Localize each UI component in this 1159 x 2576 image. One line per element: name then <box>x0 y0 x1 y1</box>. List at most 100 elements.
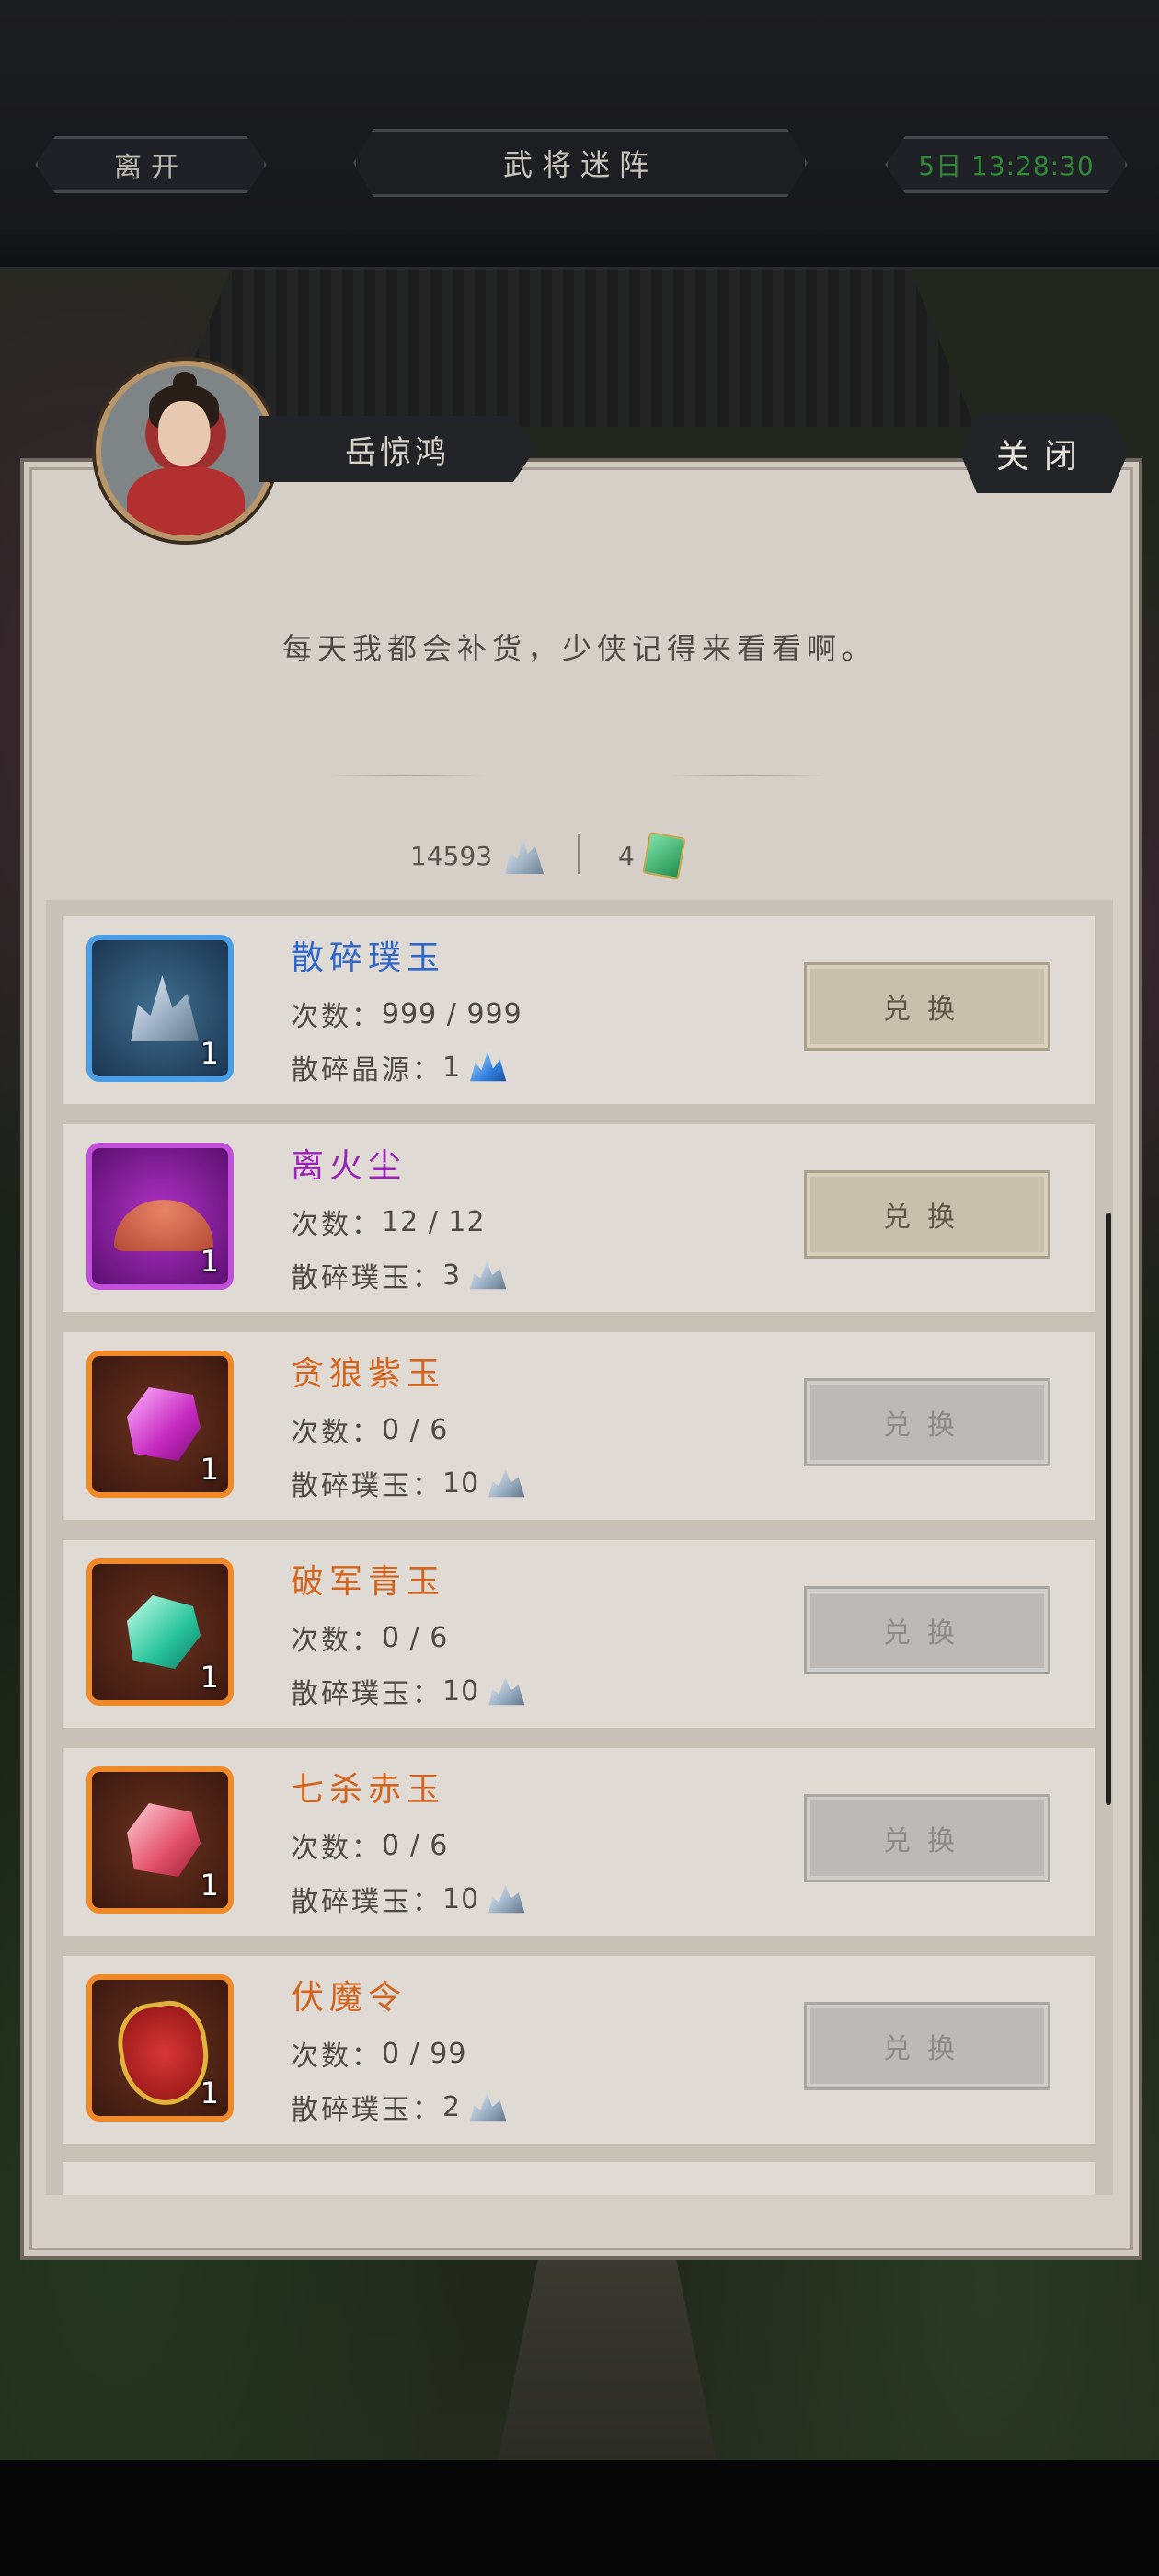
broken-jade-icon <box>470 1260 507 1290</box>
green-jade-token-icon <box>642 831 686 880</box>
item-name: 破军青玉 <box>291 1563 446 1601</box>
count-value: 0 / 6 <box>382 1829 449 1862</box>
exchange-count: 次数： 0 / 6 <box>291 1825 448 1866</box>
exchange-count: 次数： 12 / 12 <box>291 1202 486 1242</box>
exchange-cost: 散碎璞玉： 10 <box>291 1879 525 1919</box>
item-quantity: 1 <box>200 1244 219 1279</box>
close-label: 关闭 <box>995 438 1092 476</box>
leave-button[interactable]: 离开 <box>35 136 267 193</box>
broken-jade-shards-icon <box>505 837 545 874</box>
list-item: 1 破军青玉次数： 0 / 6 散碎璞玉： 10 兑换 <box>63 1540 1095 1728</box>
exchange-label: 兑换 <box>883 2033 971 2065</box>
list-item: 1 七杀赤玉次数： 0 / 6 散碎璞玉： 10 兑换 <box>63 1748 1095 1936</box>
count-value: 0 / 6 <box>382 1621 449 1654</box>
exchange-cost: 散碎璞玉： 3 <box>291 1255 507 1295</box>
crystal-source-icon <box>470 1052 507 1082</box>
exchange-cost: 散碎晶源： 1 <box>291 1047 507 1087</box>
cost-label: 散碎璞玉： <box>291 2094 442 2126</box>
exchange-button[interactable]: 兑换 <box>804 1586 1050 1674</box>
exchange-label: 兑换 <box>883 1825 971 1857</box>
teal-jade-icon <box>127 1595 201 1669</box>
avatar-face <box>158 401 210 466</box>
npc-avatar <box>96 361 276 541</box>
refresh-timer: 5日 13:28:30 <box>885 136 1128 193</box>
cost-label: 散碎璞玉： <box>291 1470 442 1502</box>
currency-amount: 4 <box>618 840 635 871</box>
item-quantity: 1 <box>200 1660 219 1695</box>
list-scrollbar[interactable] <box>1106 1213 1111 1805</box>
currency-jade-token: 4 <box>618 828 686 883</box>
item-quantity: 1 <box>200 1452 219 1487</box>
cost-value: 10 <box>442 1674 480 1708</box>
exchange-label: 兑换 <box>883 994 971 1026</box>
screen-title-text: 武将迷阵 <box>502 147 658 182</box>
exchange-button[interactable]: 兑换 <box>804 2002 1050 2090</box>
exchange-button[interactable]: 兑换 <box>804 1794 1050 1882</box>
exchange-button[interactable]: 兑换 <box>804 1378 1050 1466</box>
exchange-cost: 散碎璞玉： 2 <box>291 2087 507 2127</box>
exchange-cost: 散碎璞玉： 10 <box>291 1671 525 1711</box>
item-slot[interactable]: 1 <box>86 1143 234 1290</box>
purple-jade-icon <box>127 1387 201 1461</box>
count-label: 次数： <box>291 1833 382 1865</box>
cost-value: 3 <box>442 1259 462 1292</box>
cost-label: 散碎璞玉： <box>291 1886 442 1918</box>
cost-label: 散碎璞玉： <box>291 1262 442 1294</box>
count-label: 次数： <box>291 2041 382 2073</box>
leave-label: 离开 <box>114 152 188 184</box>
item-slot[interactable]: 1 <box>86 1974 234 2122</box>
item-slot[interactable]: 1 <box>86 1558 234 1706</box>
cost-label: 散碎晶源： <box>291 1054 442 1087</box>
exchange-cost: 散碎璞玉： 10 <box>291 1463 525 1503</box>
count-value: 0 / 6 <box>382 1413 449 1446</box>
list-item: 1 贪狼紫玉次数： 0 / 6 散碎璞玉： 10 兑换 <box>63 1332 1095 1520</box>
broken-jade-icon <box>470 2092 507 2122</box>
npc-name: 岳惊鸿 <box>345 433 450 471</box>
item-slot[interactable]: 1 <box>86 1766 234 1914</box>
red-jade-icon <box>127 1803 201 1877</box>
exchange-label: 兑换 <box>883 1617 971 1650</box>
item-slot[interactable]: 1 <box>86 1351 234 1498</box>
currency-amount: 14593 <box>410 840 493 871</box>
count-label: 次数： <box>291 1001 382 1033</box>
currency-separator <box>578 834 580 874</box>
avatar-bun <box>173 372 197 394</box>
list-item: 1 离火尘次数： 12 / 12 散碎璞玉： 3 兑换 <box>63 1124 1095 1312</box>
item-name: 七杀赤玉 <box>291 1771 446 1809</box>
item-slot[interactable]: 1 <box>86 935 234 1082</box>
bottom-bar <box>0 2460 1159 2576</box>
broken-jade-icon <box>488 1468 525 1498</box>
close-button[interactable]: 关闭 <box>960 414 1128 493</box>
fire-dust-icon <box>114 1200 213 1251</box>
screen-title: 武将迷阵 <box>353 129 808 197</box>
exchange-count: 次数： 0 / 99 <box>291 2033 466 2074</box>
timer-text: 5日 13:28:30 <box>918 151 1095 181</box>
exchange-count: 次数： 0 / 6 <box>291 1409 448 1450</box>
item-quantity: 1 <box>200 1036 219 1071</box>
cost-value: 10 <box>442 1882 480 1915</box>
exchange-list[interactable]: 1 散碎璞玉 次数： 999 / 999 散碎晶源： 1 兑换 1 离火尘 次数： 12 / 12 散… <box>46 900 1113 2195</box>
list-item: 1 散碎璞玉 次数： 999 / 999 散碎晶源： 1 兑换 <box>63 916 1095 1104</box>
count-label: 次数： <box>291 1625 382 1657</box>
item-name: 伏魔令 <box>291 1979 407 2017</box>
exchange-button[interactable]: 兑换 <box>804 1170 1050 1259</box>
cost-value: 1 <box>442 1051 462 1084</box>
broken-jade-icon <box>131 975 200 1041</box>
exchange-button[interactable]: 兑换 <box>804 962 1050 1051</box>
broken-jade-icon <box>488 1676 525 1706</box>
exchange-label: 兑换 <box>883 1409 971 1442</box>
avatar-robe <box>127 467 245 535</box>
list-item-partial <box>63 2162 1095 2195</box>
item-name: 散碎璞玉 <box>291 939 446 977</box>
count-label: 次数： <box>291 1417 382 1449</box>
item-name: 离火尘 <box>291 1147 407 1185</box>
count-value: 0 / 99 <box>382 2037 467 2070</box>
item-name: 贪狼紫玉 <box>291 1355 446 1393</box>
count-value: 999 / 999 <box>382 997 522 1030</box>
currency-broken-jade: 14593 <box>410 828 545 883</box>
exchange-label: 兑换 <box>883 1202 971 1234</box>
top-bar: 离开 武将迷阵 5日 13:28:30 <box>0 0 1159 270</box>
item-quantity: 1 <box>200 2076 219 2110</box>
exchange-count: 次数： 999 / 999 <box>291 994 522 1034</box>
count-label: 次数： <box>291 1209 382 1241</box>
